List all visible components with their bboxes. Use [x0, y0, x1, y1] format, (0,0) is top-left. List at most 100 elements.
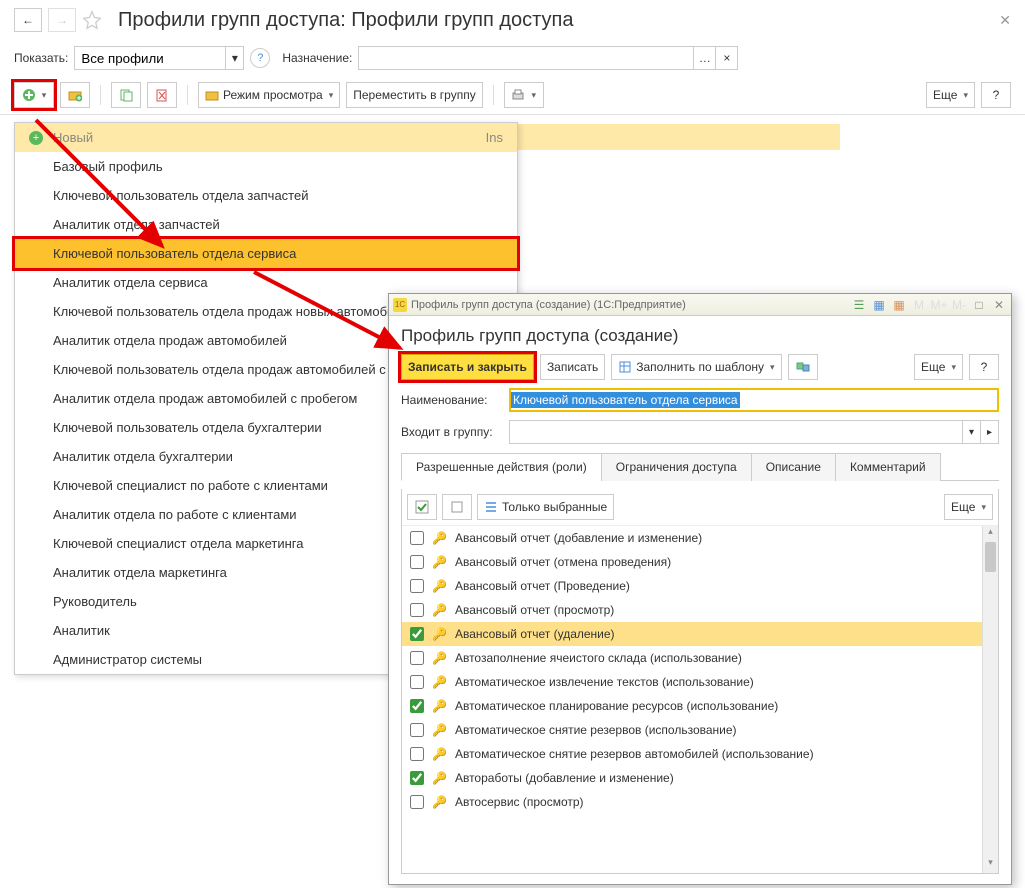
menu-item[interactable]: Ключевой пользователь отдела сервиса	[15, 239, 517, 268]
assignment-ellipsis-icon[interactable]: …	[693, 47, 715, 69]
menu-item-new[interactable]: +НовыйIns	[15, 123, 517, 152]
fill-template-button[interactable]: Заполнить по шаблону ▾	[611, 354, 781, 380]
copy-icon	[119, 88, 133, 102]
profile-dialog: 1C Профиль групп доступа (создание) (1С:…	[388, 293, 1012, 885]
help-icon[interactable]: ?	[250, 48, 270, 68]
assignment-input[interactable]	[359, 47, 693, 69]
folder-icon	[205, 88, 219, 102]
uncheck-all-button[interactable]	[442, 494, 472, 520]
save-and-close-button[interactable]: Записать и закрыть	[401, 354, 534, 380]
role-checkbox[interactable]	[410, 627, 424, 641]
role-checkbox[interactable]	[410, 723, 424, 737]
calendar2-icon[interactable]: ▦	[891, 297, 907, 313]
key-icon: 🔑	[432, 531, 447, 545]
role-label: Автоматическое снятие резервов (использо…	[455, 723, 737, 737]
role-row[interactable]: 🔑Автоматическое планирование ресурсов (и…	[402, 694, 982, 718]
role-row[interactable]: 🔑Автосервис (просмотр)	[402, 790, 982, 814]
print-button[interactable]: ▾	[504, 82, 544, 108]
tab[interactable]: Разрешенные действия (роли)	[401, 453, 602, 481]
delete-button[interactable]	[147, 82, 177, 108]
role-row[interactable]: 🔑Авансовый отчет (добавление и изменение…	[402, 526, 982, 550]
assignment-clear-icon[interactable]: ×	[715, 47, 737, 69]
favorite-star-icon[interactable]	[82, 10, 102, 30]
role-row[interactable]: 🔑Автоматическое снятие резервов автомоби…	[402, 742, 982, 766]
back-button[interactable]: ←	[14, 8, 42, 32]
assignment-label: Назначение:	[282, 51, 352, 65]
role-checkbox[interactable]	[410, 675, 424, 689]
group-label: Входит в группу:	[401, 425, 501, 439]
show-label: Показать:	[14, 51, 68, 65]
row-highlight-bar	[518, 124, 840, 150]
forward-button[interactable]: →	[48, 8, 76, 32]
create-folder-button[interactable]	[60, 82, 90, 108]
group-open-icon[interactable]: ▸	[980, 421, 998, 443]
close-page-icon[interactable]: ✕	[999, 12, 1011, 29]
move-to-group-button[interactable]: Переместить в группу	[346, 82, 482, 108]
create-button[interactable]: ▾	[14, 82, 54, 108]
show-filter-input[interactable]	[75, 47, 225, 69]
role-checkbox[interactable]	[410, 699, 424, 713]
copy-button[interactable]	[111, 82, 141, 108]
delete-icon	[155, 88, 169, 102]
scrollbar[interactable]: ▴ ▾	[982, 526, 998, 873]
role-label: Автоматическое снятие резервов автомобил…	[455, 747, 814, 761]
role-checkbox[interactable]	[410, 531, 424, 545]
list-icon	[484, 500, 498, 514]
tab[interactable]: Комментарий	[835, 453, 941, 481]
toolbar-help-button[interactable]: ?	[981, 82, 1011, 108]
name-input[interactable]: Ключевой пользователь отдела сервиса	[509, 388, 999, 412]
role-checkbox[interactable]	[410, 555, 424, 569]
roles-list[interactable]: 🔑Авансовый отчет (добавление и изменение…	[402, 526, 982, 873]
key-icon: 🔑	[432, 603, 447, 617]
role-checkbox[interactable]	[410, 603, 424, 617]
roles-more-button[interactable]: Еще▾	[944, 494, 993, 520]
assignment-field[interactable]: … ×	[358, 46, 738, 70]
link-button[interactable]	[788, 354, 818, 380]
role-row[interactable]: 🔑Авансовый отчет (отмена проведения)	[402, 550, 982, 574]
menu-item[interactable]: Аналитик отдела запчастей	[15, 210, 517, 239]
mplus-icon: M+	[931, 297, 947, 313]
dialog-titlebar[interactable]: 1C Профиль групп доступа (создание) (1С:…	[389, 294, 1011, 316]
role-row[interactable]: 🔑Авансовый отчет (удаление)	[402, 622, 982, 646]
dialog-heading: Профиль групп доступа (создание)	[401, 326, 999, 346]
calendar1-icon[interactable]: ▦	[871, 297, 887, 313]
show-filter-dropdown-icon[interactable]: ▾	[225, 47, 243, 69]
save-button[interactable]: Записать	[540, 354, 605, 380]
role-row[interactable]: 🔑Автозаполнение ячеистого склада (исполь…	[402, 646, 982, 670]
view-mode-button[interactable]: Режим просмотра ▾	[198, 82, 340, 108]
role-row[interactable]: 🔑Автоматическое извлечение текстов (испо…	[402, 670, 982, 694]
tab[interactable]: Описание	[751, 453, 836, 481]
show-filter-select[interactable]: ▾	[74, 46, 244, 70]
role-label: Авансовый отчет (отмена проведения)	[455, 555, 671, 569]
role-row[interactable]: 🔑Автоработы (добавление и изменение)	[402, 766, 982, 790]
role-checkbox[interactable]	[410, 651, 424, 665]
roles-panel: Только выбранные Еще▾ 🔑Авансовый отчет (…	[401, 489, 999, 874]
dialog-maximize-icon[interactable]: □	[971, 297, 987, 313]
key-icon: 🔑	[432, 579, 447, 593]
role-label: Автоработы (добавление и изменение)	[455, 771, 674, 785]
group-dropdown-icon[interactable]: ▾	[962, 421, 980, 443]
role-row[interactable]: 🔑Авансовый отчет (просмотр)	[402, 598, 982, 622]
dialog-help-button[interactable]: ?	[969, 354, 999, 380]
menu-item[interactable]: Ключевой пользователь отдела запчастей	[15, 181, 517, 210]
role-row[interactable]: 🔑Автоматическое снятие резервов (использ…	[402, 718, 982, 742]
check-green-icon	[415, 500, 429, 514]
role-checkbox[interactable]	[410, 771, 424, 785]
more-button[interactable]: Еще ▾	[926, 82, 975, 108]
role-checkbox[interactable]	[410, 747, 424, 761]
menu-item[interactable]: Базовый профиль	[15, 152, 517, 181]
tab[interactable]: Ограничения доступа	[601, 453, 752, 481]
check-all-button[interactable]	[407, 494, 437, 520]
dialog-more-button[interactable]: Еще▾	[914, 354, 963, 380]
group-text-input[interactable]	[510, 421, 962, 443]
group-input[interactable]: ▾ ▸	[509, 420, 999, 444]
only-selected-button[interactable]: Только выбранные	[477, 494, 614, 520]
role-checkbox[interactable]	[410, 579, 424, 593]
square-icon	[450, 500, 464, 514]
filter-row: Показать: ▾ ? Назначение: … ×	[0, 40, 1025, 76]
role-row[interactable]: 🔑Авансовый отчет (Проведение)	[402, 574, 982, 598]
role-checkbox[interactable]	[410, 795, 424, 809]
dialog-close-icon[interactable]: ✕	[991, 297, 1007, 313]
calc-icon[interactable]: ☰	[851, 297, 867, 313]
key-icon: 🔑	[432, 651, 447, 665]
